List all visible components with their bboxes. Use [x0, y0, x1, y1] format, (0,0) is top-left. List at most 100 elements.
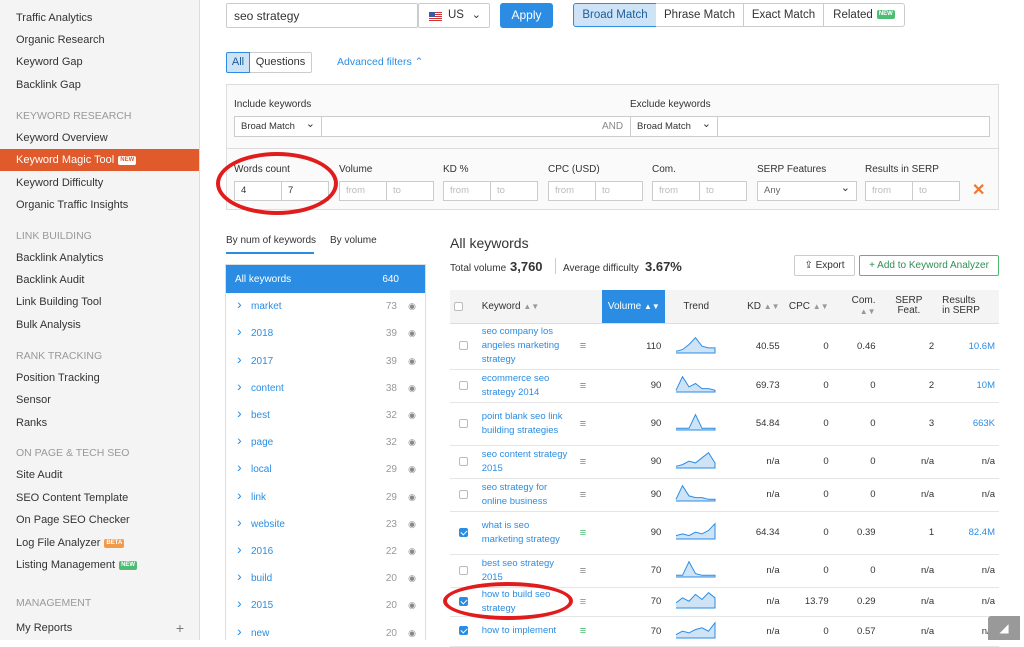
cpc-to-input[interactable]: to	[595, 181, 643, 201]
eye-icon[interactable]: ◉	[408, 301, 416, 312]
keyword-link[interactable]: best seo strategy 2015	[477, 554, 576, 588]
serp-list-icon[interactable]: ≡	[575, 511, 603, 555]
column-header-results-in-serp[interactable]: Results in SERP	[938, 290, 999, 324]
serp-list-icon[interactable]: ≡	[575, 323, 603, 370]
sidebar-item[interactable]: Site Audit	[0, 464, 199, 486]
row-checkbox[interactable]	[459, 489, 469, 499]
sidebar-item[interactable]: SEO Content Template	[0, 487, 199, 509]
exclude-keywords-input[interactable]	[717, 116, 990, 137]
tab-all[interactable]: All	[226, 52, 250, 73]
eye-icon[interactable]: ◉	[408, 410, 416, 421]
sidebar-item[interactable]: Ranks	[0, 412, 199, 434]
row-checkbox[interactable]	[459, 341, 469, 351]
sidebar-item[interactable]: Backlink Analytics	[0, 247, 199, 269]
volume-to-input[interactable]: to	[386, 181, 434, 201]
keyword-group-item[interactable]: › website 23 ◉	[226, 510, 425, 537]
eye-icon[interactable]: ◉	[408, 519, 416, 530]
tab-by-num-keywords[interactable]: By num of keywords	[226, 235, 316, 246]
eye-icon[interactable]: ◉	[408, 328, 416, 339]
sidebar-item[interactable]: Link Building Tool	[0, 291, 199, 313]
com-from-input[interactable]: from	[652, 181, 700, 201]
chevron-right-icon[interactable]: ›	[237, 568, 242, 584]
exclude-match-select[interactable]: Broad Match ⌄	[630, 116, 718, 137]
eye-icon[interactable]: ◉	[408, 492, 416, 503]
column-header-cpc[interactable]: CPC ▲▼	[783, 290, 833, 324]
eye-icon[interactable]: ◉	[408, 356, 416, 367]
column-header-serp-feat[interactable]: SERP Feat.	[879, 290, 939, 324]
search-input[interactable]: seo strategy	[226, 3, 418, 28]
chevron-right-icon[interactable]: ›	[237, 351, 242, 367]
tab-questions[interactable]: Questions	[250, 52, 312, 73]
sidebar-item[interactable]: Keyword Overview	[0, 127, 199, 149]
keyword-group-item[interactable]: › best 32 ◉	[226, 401, 425, 428]
column-header-kd[interactable]: KD ▲▼	[727, 290, 784, 324]
volume-from-input[interactable]: from	[339, 181, 387, 201]
sidebar-item[interactable]: Log File Analyzer beta	[0, 532, 199, 554]
results-to-input[interactable]: to	[912, 181, 960, 201]
words-count-from[interactable]: 4	[234, 181, 282, 201]
serp-list-icon[interactable]: ≡	[575, 369, 603, 403]
tab-by-volume[interactable]: By volume	[330, 235, 377, 246]
sidebar-item[interactable]: On Page SEO Checker	[0, 509, 199, 531]
column-header-keyword[interactable]: Keyword ▲▼	[477, 290, 603, 324]
keyword-group-item[interactable]: › 2017 39 ◉	[226, 347, 425, 374]
keyword-link[interactable]: point blank seo link building strategies	[477, 402, 576, 446]
chevron-right-icon[interactable]: ›	[237, 541, 242, 557]
column-header-com[interactable]: Com. ▲▼	[832, 290, 880, 324]
com-to-input[interactable]: to	[699, 181, 747, 201]
results-in-serp-cell[interactable]: 10M	[938, 369, 999, 403]
row-checkbox[interactable]	[459, 565, 469, 575]
serp-list-icon[interactable]: ≡	[575, 478, 603, 512]
column-header-volume[interactable]: Volume ▲▼	[602, 290, 666, 324]
results-from-input[interactable]: from	[865, 181, 913, 201]
words-count-to[interactable]: 7	[281, 181, 329, 201]
add-report-icon[interactable]: +	[176, 617, 184, 639]
match-tab[interactable]: Phrase Match	[656, 3, 744, 27]
export-button[interactable]: ⇪ Export	[794, 255, 855, 276]
sidebar-item[interactable]: Position Tracking	[0, 367, 199, 389]
eye-icon[interactable]: ◉	[408, 546, 416, 557]
chevron-right-icon[interactable]: ›	[237, 405, 242, 421]
sidebar-item[interactable]: Organic Traffic Insights	[0, 194, 199, 216]
keyword-link[interactable]: how to implement	[477, 616, 576, 647]
keyword-link[interactable]: seo company los angeles marketing strate…	[477, 323, 576, 370]
keyword-group-item[interactable]: › content 38 ◉	[226, 374, 425, 401]
keyword-link[interactable]: what is seo marketing strategy	[477, 511, 576, 555]
keyword-group-item[interactable]: › new 20 ◉	[226, 619, 425, 646]
serp-list-icon[interactable]: ≡	[575, 587, 603, 617]
keyword-group-item[interactable]: › page 32 ◉	[226, 428, 425, 455]
keyword-group-item[interactable]: › 2018 39 ◉	[226, 319, 425, 346]
sidebar-item[interactable]: Sensor	[0, 389, 199, 411]
include-match-select[interactable]: Broad Match ⌄	[234, 116, 322, 137]
row-checkbox[interactable]	[459, 456, 469, 466]
serp-features-select[interactable]: Any ⌄	[757, 181, 857, 201]
chevron-right-icon[interactable]: ›	[237, 459, 242, 475]
serp-list-icon[interactable]: ≡	[575, 554, 603, 588]
sidebar-item[interactable]: Backlink Audit	[0, 269, 199, 291]
sidebar-item[interactable]: Organic Research	[0, 29, 199, 51]
results-in-serp-cell[interactable]: 663K	[938, 402, 999, 446]
feedback-icon[interactable]: ◢	[988, 616, 1020, 640]
eye-icon[interactable]: ◉	[408, 628, 416, 639]
eye-icon[interactable]: ◉	[408, 573, 416, 584]
advanced-filters-toggle[interactable]: Advanced filters ⌃	[337, 56, 423, 68]
select-all-checkbox[interactable]	[454, 301, 463, 311]
match-tab[interactable]: Broad Match	[573, 3, 657, 27]
chevron-right-icon[interactable]: ›	[237, 623, 242, 639]
sidebar-item[interactable]: Listing Management new	[0, 554, 199, 576]
chevron-right-icon[interactable]: ›	[237, 487, 242, 503]
chevron-right-icon[interactable]: ›	[237, 595, 242, 611]
eye-icon[interactable]: ◉	[408, 600, 416, 611]
results-in-serp-cell[interactable]: 10.6M	[938, 323, 999, 370]
chevron-right-icon[interactable]: ›	[237, 296, 242, 312]
sidebar-item[interactable]: Traffic Analytics	[0, 7, 199, 29]
row-checkbox[interactable]	[459, 527, 469, 537]
keyword-link[interactable]: how to build seo strategy	[477, 587, 576, 617]
sidebar-item[interactable]: Keyword Difficulty	[0, 172, 199, 194]
keyword-group-item[interactable]: › local 29 ◉	[226, 455, 425, 482]
row-checkbox[interactable]	[459, 596, 469, 606]
eye-icon[interactable]: ◉	[408, 464, 416, 475]
keyword-group-item[interactable]: › build 20 ◉	[226, 564, 425, 591]
cpc-from-input[interactable]: from	[548, 181, 596, 201]
keyword-group-item[interactable]: › link 29 ◉	[226, 483, 425, 510]
